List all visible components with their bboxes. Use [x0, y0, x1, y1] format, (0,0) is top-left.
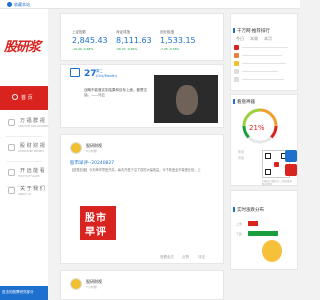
quote-text: 战略不能落实到结果和目标上面，都是空话。——马云	[84, 88, 147, 97]
gauge-arc-max	[270, 125, 278, 139]
index-label: 创业板指	[160, 30, 174, 34]
nav-item-label: 万 福 群 视	[20, 118, 45, 124]
rank-tab-month[interactable]: 本月	[264, 36, 272, 42]
nav-item-literature[interactable]: 股 财 财 视 LITERATURE REVIEW	[0, 137, 48, 161]
top-bar: 收藏本站	[0, 0, 300, 9]
dist-label-up: 上涨	[236, 222, 243, 226]
index-value: 2,845.43	[72, 36, 108, 45]
nav-item-sub: ABOUT US	[18, 193, 31, 196]
panel-marker	[233, 99, 235, 104]
home-icon	[12, 94, 18, 100]
footer-text: 进击的股票研究部分	[2, 290, 34, 294]
avatar[interactable]	[70, 278, 82, 290]
info-icon	[8, 187, 15, 194]
post-card	[60, 270, 224, 300]
post-time: 5小时前	[86, 149, 97, 153]
rank-title: 千万网·推荐排行	[237, 29, 270, 34]
nav-item-sub: LITERATURE REVIEW	[18, 150, 44, 153]
index-value: 8,111.63	[116, 36, 152, 45]
nav-item-about[interactable]: 关 于 我 们 ABOUT US	[0, 180, 48, 204]
calendar-icon	[70, 68, 80, 77]
nav-item-home[interactable]: 首 页	[0, 86, 48, 110]
sidebar-footer: 进击的股票研究部分	[0, 286, 48, 300]
panel-marker	[233, 28, 235, 33]
post-card	[60, 134, 224, 264]
portrait-face	[176, 85, 198, 115]
sentiment-value: 21%	[249, 124, 265, 132]
thumbnail-line-1: 股市	[85, 213, 107, 224]
rank-row[interactable]	[232, 60, 298, 67]
rank-row[interactable]	[232, 52, 298, 59]
site-logo[interactable]: 股研浆	[4, 36, 41, 55]
rank-row[interactable]	[232, 68, 298, 75]
rank-tab-week[interactable]: 本周	[250, 36, 258, 42]
favorite-icon[interactable]	[7, 2, 12, 7]
nav-item-label: 开 远 能 看	[20, 168, 45, 174]
thumbnail-line-2: 早评	[85, 227, 107, 238]
index-change: -7.45 -0.48%	[160, 47, 180, 51]
index-change: -56.07 -0.69%	[116, 47, 138, 51]
nav-item-label: 关 于 我 们	[20, 186, 45, 192]
back-to-top-button[interactable]	[285, 164, 297, 176]
read-more-link[interactable]: 查看全文	[160, 255, 174, 260]
post-excerpt: 【逆势加速】今天两市早盘开高，每天开盘下沿了前的大幅收益。今千收盘全市量差比较，…	[70, 168, 201, 172]
eye-icon	[8, 169, 15, 176]
qr-float-button[interactable]	[285, 150, 297, 162]
index-label: 深证成指	[116, 30, 130, 34]
post-time: 7小时前	[86, 285, 97, 289]
index-value: 1,533.15	[160, 36, 196, 45]
sentiment-title: 看盘神器	[237, 100, 255, 105]
dist-bar-down	[248, 231, 278, 236]
distribution-title: 实时涨跌分布	[237, 208, 264, 213]
book-icon	[8, 144, 15, 151]
panel-marker	[233, 207, 235, 212]
dist-bar-up	[248, 221, 258, 226]
gauge-arc-low	[242, 125, 250, 139]
index-change: -19.49 -0.68%	[72, 47, 94, 51]
index-label: 上证指数	[72, 30, 86, 34]
dist-label-down: 下跌	[236, 232, 243, 236]
like-button[interactable]: 点赞	[182, 255, 189, 260]
nav-item-sub: CREATIVE DISCLOSURES	[18, 125, 49, 128]
quote-portrait-image	[154, 75, 218, 123]
bookmark-link[interactable]: 收藏本站	[14, 2, 30, 8]
gauge-label-high: 乐观	[238, 156, 245, 160]
rank-row[interactable]	[232, 76, 298, 83]
nav-item-sub: TRUTH OF VALUE	[18, 175, 40, 178]
quote-day: 27	[84, 69, 97, 79]
comment-button[interactable]: 评论	[198, 255, 205, 260]
rank-tab-today[interactable]: 今日	[236, 36, 244, 42]
nav-item-label: 股 财 财 视	[20, 143, 45, 149]
mascot-image	[262, 240, 282, 262]
rank-row[interactable]	[232, 44, 298, 51]
quote-month: (Oct/Month)	[96, 74, 117, 78]
post-thumbnail[interactable]: 股市 早评	[80, 206, 116, 240]
nav-item-label: 首 页	[21, 95, 33, 101]
avatar[interactable]	[70, 142, 82, 154]
post-title-link[interactable]: 股市早评--20240827	[70, 160, 114, 166]
qr-caption: 扫描关注微信号，获取更多股市资讯	[262, 180, 293, 186]
nav-item-disclosures[interactable]: 万 福 群 视 CREATIVE DISCLOSURES	[0, 112, 49, 136]
gauge-label-low: 悲观	[238, 150, 245, 154]
doc-icon	[8, 119, 15, 126]
